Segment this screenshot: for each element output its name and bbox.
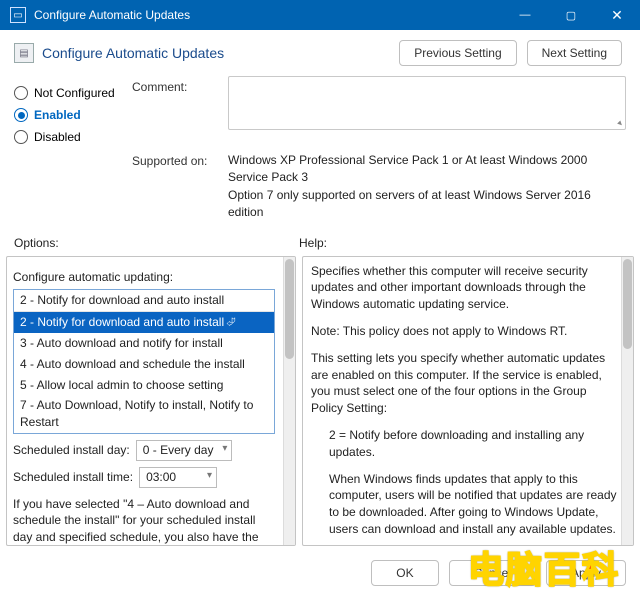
ok-button[interactable]: OK: [371, 560, 438, 586]
dropdown-item[interactable]: 3 - Auto download and notify for install: [14, 333, 274, 354]
configure-heading: Configure automatic updating:: [13, 269, 277, 286]
comment-label: Comment:: [132, 76, 218, 130]
help-text: Note: This policy does not apply to Wind…: [311, 323, 617, 340]
radio-enabled[interactable]: Enabled: [14, 108, 122, 122]
scheduled-time-select[interactable]: 03:00: [139, 467, 217, 488]
help-text: This setting lets you specify whether au…: [311, 350, 617, 417]
header: ▤ Configure Automatic Updates Previous S…: [0, 30, 640, 72]
dropdown-item[interactable]: 2 - Notify for download and auto install…: [14, 311, 274, 333]
options-panel: Configure automatic updating: 2 - Notify…: [6, 256, 296, 546]
window-title: Configure Automatic Updates: [34, 8, 190, 22]
help-panel: Specifies whether this computer will rec…: [302, 256, 634, 546]
cancel-button[interactable]: Cancel: [449, 560, 536, 586]
radio-label: Not Configured: [34, 86, 115, 100]
options-description: If you have selected "4 – Auto download …: [13, 496, 277, 546]
minimize-button[interactable]: —: [502, 0, 548, 30]
options-label: Options:: [14, 236, 299, 250]
previous-setting-button[interactable]: Previous Setting: [399, 40, 516, 66]
page-title: Configure Automatic Updates: [42, 45, 224, 61]
help-text: When Windows finds updates that apply to…: [311, 471, 617, 538]
radio-disabled[interactable]: Disabled: [14, 130, 122, 144]
scrollbar[interactable]: [283, 257, 295, 545]
dropdown-item[interactable]: 5 - Allow local admin to choose setting: [14, 375, 274, 396]
maximize-button[interactable]: ▢: [548, 0, 594, 30]
dropdown-current[interactable]: 2 - Notify for download and auto install: [14, 290, 274, 311]
supported-on-text: Windows XP Professional Service Pack 1 o…: [228, 150, 626, 222]
radio-label: Disabled: [34, 130, 81, 144]
configure-updating-dropdown[interactable]: 2 - Notify for download and auto install…: [13, 289, 275, 434]
next-setting-button[interactable]: Next Setting: [527, 40, 622, 66]
titlebar: ▭ Configure Automatic Updates — ▢ ✕: [0, 0, 640, 30]
scheduled-time-label: Scheduled install time:: [13, 469, 133, 486]
config-row: Not Configured Enabled Disabled Comment:…: [0, 72, 640, 232]
scheduled-day-label: Scheduled install day:: [13, 442, 130, 459]
radio-not-configured[interactable]: Not Configured: [14, 86, 122, 100]
apply-button[interactable]: Apply: [546, 560, 626, 586]
scrollbar[interactable]: [621, 257, 633, 545]
cursor-arrow-icon: ⮰: [226, 315, 236, 329]
help-text: Specifies whether this computer will rec…: [311, 263, 617, 313]
comment-textarea[interactable]: [228, 76, 626, 130]
scrollbar-thumb[interactable]: [623, 259, 632, 349]
dropdown-item[interactable]: 4 - Auto download and schedule the insta…: [14, 354, 274, 375]
help-text: 2 = Notify before downloading and instal…: [311, 427, 617, 461]
radio-label: Enabled: [34, 108, 81, 122]
help-label: Help:: [299, 236, 327, 250]
settings-sheet-icon: ▤: [14, 43, 34, 63]
dialog-footer: OK Cancel Apply: [0, 551, 640, 595]
supported-on-label: Supported on:: [132, 150, 218, 222]
close-button[interactable]: ✕: [594, 0, 640, 30]
scheduled-day-select[interactable]: 0 - Every day: [136, 440, 233, 461]
policy-icon: ▭: [10, 7, 26, 23]
scrollbar-thumb[interactable]: [285, 259, 294, 359]
dropdown-item[interactable]: 7 - Auto Download, Notify to install, No…: [14, 395, 274, 433]
